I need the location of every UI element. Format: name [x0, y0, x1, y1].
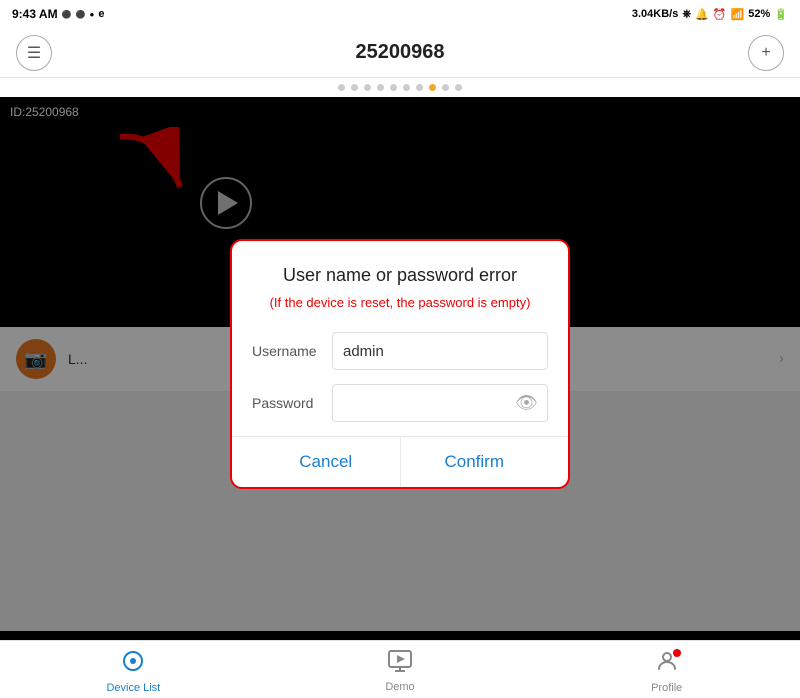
tab-demo-label: Demo — [385, 681, 414, 693]
status-left: 9:43 AM ⚫ ⚫ ● e — [12, 7, 104, 21]
page-dots — [0, 78, 800, 97]
auth-dialog: User name or password error (If the devi… — [230, 239, 570, 489]
bluetooth-icon: ⎈ — [682, 8, 691, 21]
alarm-icon: 🔔 — [695, 8, 709, 21]
status-right: 3.04KB/s ⎈ 🔔 ⏰ 📶 52% 🔋 — [632, 8, 788, 21]
battery-label: 52% — [748, 8, 770, 20]
dot-1 — [338, 84, 345, 91]
dialog-actions: Cancel Confirm — [252, 437, 548, 487]
dialog-title: User name or password error — [252, 265, 548, 286]
device-list-icon — [121, 649, 145, 679]
username-field: Username — [252, 332, 548, 370]
status-bar: 9:43 AM ⚫ ⚫ ● e 3.04KB/s ⎈ 🔔 ⏰ 📶 52% 🔋 — [0, 0, 800, 28]
modal-overlay: User name or password error (If the devi… — [0, 97, 800, 631]
status-dot1: ⚫ — [62, 10, 72, 19]
dot-10 — [455, 84, 462, 91]
dot-8 — [429, 84, 436, 91]
toggle-password-icon[interactable]: 👁 — [515, 393, 538, 414]
password-label: Password — [252, 395, 332, 411]
tab-profile-label: Profile — [651, 682, 682, 694]
dialog-subtitle: (If the device is reset, the password is… — [252, 294, 548, 312]
username-input-wrap — [332, 332, 548, 370]
password-input-wrap: 👁 — [332, 384, 548, 422]
header-title: 25200968 — [356, 41, 445, 64]
battery-icon: 🔋 — [774, 8, 788, 21]
dot-5 — [390, 84, 397, 91]
password-field: Password 👁 — [252, 384, 548, 422]
status-e-label: e — [98, 8, 104, 20]
tab-demo[interactable]: Demo — [267, 646, 534, 693]
dot-2 — [351, 84, 358, 91]
add-button[interactable]: + — [748, 35, 784, 71]
status-dot3: ● — [90, 10, 95, 19]
tab-profile[interactable]: Profile — [533, 645, 800, 694]
tab-device-list-label: Device List — [106, 682, 160, 694]
network-speed: 3.04KB/s — [632, 8, 678, 20]
dot-3 — [364, 84, 371, 91]
tab-device-list[interactable]: Device List — [0, 645, 267, 694]
main-content: ID:25200968 📷 L... › User name or p — [0, 97, 800, 631]
cancel-button[interactable]: Cancel — [252, 437, 400, 487]
dot-6 — [403, 84, 410, 91]
username-label: Username — [252, 343, 332, 359]
profile-icon — [655, 649, 679, 679]
app-header: ☰ 25200968 + — [0, 28, 800, 78]
menu-button[interactable]: ☰ — [16, 35, 52, 71]
signal-icon: 📶 — [731, 8, 745, 21]
confirm-button[interactable]: Confirm — [401, 437, 549, 487]
menu-icon: ☰ — [27, 43, 41, 63]
tab-bar: Device List Demo Profile — [0, 640, 800, 698]
profile-badge — [673, 649, 681, 657]
status-time: 9:43 AM — [12, 7, 58, 21]
status-dot2: ⚫ — [76, 10, 86, 19]
username-input[interactable] — [332, 332, 548, 370]
dot-9 — [442, 84, 449, 91]
time-icon: ⏰ — [713, 8, 727, 21]
add-icon: + — [761, 44, 770, 62]
demo-icon — [388, 650, 412, 678]
dot-4 — [377, 84, 384, 91]
dot-7 — [416, 84, 423, 91]
